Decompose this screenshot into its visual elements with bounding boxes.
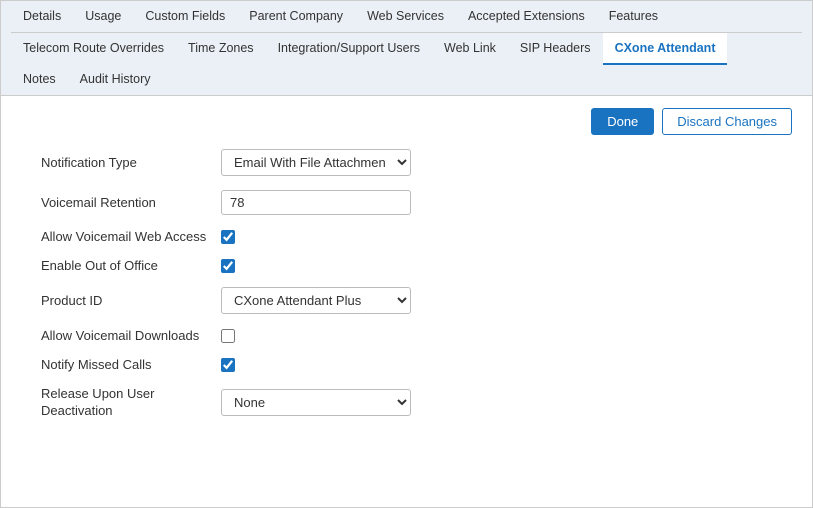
allow-voicemail-web-access-field xyxy=(221,230,621,244)
tab-bar: Details Usage Custom Fields Parent Compa… xyxy=(1,1,812,96)
voicemail-retention-field xyxy=(221,190,621,215)
tab-usage[interactable]: Usage xyxy=(73,1,133,33)
product-id-select[interactable]: CXone Attendant Plus xyxy=(221,287,411,314)
allow-voicemail-downloads-checkbox[interactable] xyxy=(221,329,235,343)
tab-integration-support-users[interactable]: Integration/Support Users xyxy=(266,33,432,65)
tab-telecom-route-overrides[interactable]: Telecom Route Overrides xyxy=(11,33,176,65)
notification-type-field: Email With File Attachment xyxy=(221,149,621,176)
enable-out-of-office-checkbox[interactable] xyxy=(221,259,235,273)
tab-sip-headers[interactable]: SIP Headers xyxy=(508,33,603,65)
voicemail-retention-input[interactable] xyxy=(221,190,411,215)
voicemail-retention-label: Voicemail Retention xyxy=(41,195,221,210)
notify-missed-calls-label: Notify Missed Calls xyxy=(41,357,221,372)
notify-missed-calls-field xyxy=(221,358,621,372)
allow-voicemail-web-access-checkbox[interactable] xyxy=(221,230,235,244)
done-button[interactable]: Done xyxy=(591,108,654,135)
notify-missed-calls-checkbox[interactable] xyxy=(221,358,235,372)
notification-type-select[interactable]: Email With File Attachment xyxy=(221,149,411,176)
tab-audit-history[interactable]: Audit History xyxy=(68,64,163,96)
enable-out-of-office-field xyxy=(221,259,621,273)
allow-voicemail-web-access-label: Allow Voicemail Web Access xyxy=(41,229,221,244)
allow-voicemail-downloads-label: Allow Voicemail Downloads xyxy=(41,328,221,343)
tab-cxone-attendant[interactable]: CXone Attendant xyxy=(603,33,728,65)
tab-time-zones[interactable]: Time Zones xyxy=(176,33,266,65)
release-upon-user-deactivation-field: None xyxy=(221,389,621,416)
product-id-label: Product ID xyxy=(41,293,221,308)
tab-accepted-extensions[interactable]: Accepted Extensions xyxy=(456,1,597,33)
product-id-field: CXone Attendant Plus xyxy=(221,287,621,314)
release-upon-user-deactivation-select[interactable]: None xyxy=(221,389,411,416)
tab-row-1: Details Usage Custom Fields Parent Compa… xyxy=(11,1,802,33)
tab-custom-fields[interactable]: Custom Fields xyxy=(133,1,237,33)
content-area: Done Discard Changes Notification Type E… xyxy=(1,96,812,507)
enable-out-of-office-label: Enable Out of Office xyxy=(41,258,221,273)
toolbar: Done Discard Changes xyxy=(21,108,792,135)
tab-web-services[interactable]: Web Services xyxy=(355,1,456,33)
tab-web-link[interactable]: Web Link xyxy=(432,33,508,65)
release-upon-user-deactivation-label: Release Upon User Deactivation xyxy=(41,386,221,420)
tab-row-2: Telecom Route Overrides Time Zones Integ… xyxy=(11,33,802,64)
allow-voicemail-downloads-field xyxy=(221,329,621,343)
discard-changes-button[interactable]: Discard Changes xyxy=(662,108,792,135)
tab-row-3: Notes Audit History xyxy=(11,64,802,95)
tab-features[interactable]: Features xyxy=(597,1,670,33)
tab-notes[interactable]: Notes xyxy=(11,64,68,96)
tab-parent-company[interactable]: Parent Company xyxy=(237,1,355,33)
main-container: Details Usage Custom Fields Parent Compa… xyxy=(0,0,813,508)
notification-type-label: Notification Type xyxy=(41,155,221,170)
tab-details[interactable]: Details xyxy=(11,1,73,33)
form-grid: Notification Type Email With File Attach… xyxy=(41,149,621,420)
